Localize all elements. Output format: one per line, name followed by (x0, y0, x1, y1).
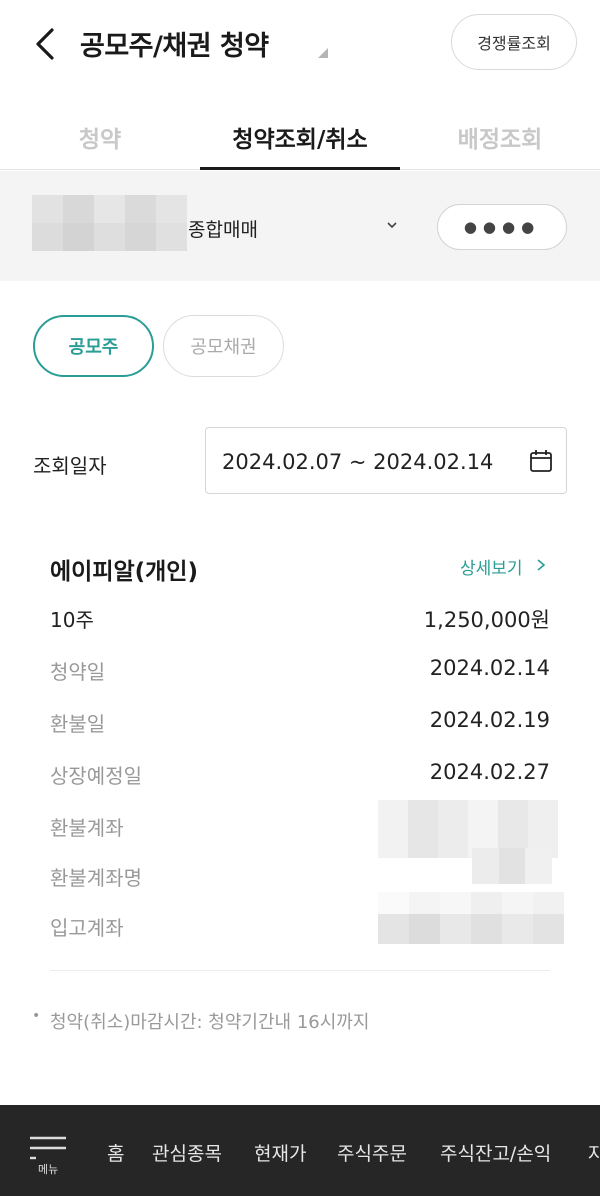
nav-item-balance[interactable]: 주식잔고/손익 (440, 1139, 551, 1166)
active-tab-indicator (200, 167, 400, 170)
divider (50, 970, 550, 971)
account-number-blurred[interactable] (32, 195, 187, 223)
menu-label: 메뉴 (38, 1163, 59, 1176)
bottom-nav: 메뉴 홈 관심종목 현재가 주식주문 주식잔고/손익 자 (0, 1105, 600, 1196)
row-label-deposit-account: 입고계좌 (50, 916, 124, 940)
nav-item-stock-order[interactable]: 주식주문 (337, 1139, 407, 1166)
back-arrow-icon[interactable] (30, 24, 60, 64)
competition-rate-button[interactable]: 경쟁률조회 (451, 14, 577, 70)
nav-item-home[interactable]: 홈 (107, 1139, 124, 1166)
calendar-icon[interactable] (528, 448, 554, 474)
stock-name: 에이피알(개인) (50, 559, 198, 585)
detail-link[interactable]: 상세보기 (460, 554, 523, 579)
account-number-blurred-lower (32, 223, 187, 251)
refund-account-name-blurred (472, 848, 553, 884)
row-label-refund-date: 환불일 (50, 712, 106, 736)
nav-item-next[interactable]: 자 (588, 1139, 600, 1166)
account-selector-bar: 종합매매 ●●●● (0, 171, 600, 281)
row-value-refund-date: 2024.02.19 (429, 708, 550, 732)
page-title[interactable]: 공모주/채권 청약 (80, 24, 269, 63)
tab-bar: 청약 청약조회/취소 배정조회 (0, 100, 600, 170)
quantity: 10주 (50, 608, 94, 632)
row-label-subscription-date: 청약일 (50, 660, 106, 684)
account-type[interactable]: 종합매매 (188, 215, 258, 242)
row-label-listing-date: 상장예정일 (50, 764, 142, 788)
segment-ipo-bond[interactable]: 공모채권 (163, 315, 284, 377)
row-label-refund-account-name: 환불계좌명 (50, 866, 142, 890)
deadline-note: 청약(취소)마감시간: 청약기간내 16시까지 (50, 1012, 370, 1033)
deposit-account-blurred-lower (378, 914, 564, 944)
row-value-subscription-date: 2024.02.14 (429, 656, 550, 680)
password-field[interactable]: ●●●● (437, 204, 567, 250)
tab-inquiry-cancel[interactable]: 청약조회/취소 (200, 120, 400, 154)
date-range-field[interactable]: 2024.02.07 ~ 2024.02.14 (205, 427, 567, 494)
tab-subscribe[interactable]: 청약 (0, 120, 200, 154)
bullet-icon: • (32, 1008, 41, 1024)
menu-icon[interactable] (28, 1135, 68, 1161)
date-filter-label: 조회일자 (33, 454, 107, 478)
amount: 1,250,000원 (423, 608, 550, 632)
tab-allocation[interactable]: 배정조회 (400, 120, 600, 154)
chevron-down-icon[interactable] (386, 219, 398, 231)
dropdown-caret-icon[interactable] (318, 48, 328, 58)
nav-item-current-price[interactable]: 현재가 (254, 1139, 306, 1166)
app-header: 공모주/채권 청약 경쟁률조회 (0, 0, 600, 90)
row-label-refund-account: 환불계좌 (50, 816, 124, 840)
segment-ipo-stock[interactable]: 공모주 (33, 315, 154, 377)
date-range-value: 2024.02.07 ~ 2024.02.14 (222, 450, 494, 474)
chevron-right-icon[interactable] (535, 558, 547, 572)
nav-item-watchlist[interactable]: 관심종목 (152, 1139, 222, 1166)
row-value-listing-date: 2024.02.27 (429, 760, 550, 784)
